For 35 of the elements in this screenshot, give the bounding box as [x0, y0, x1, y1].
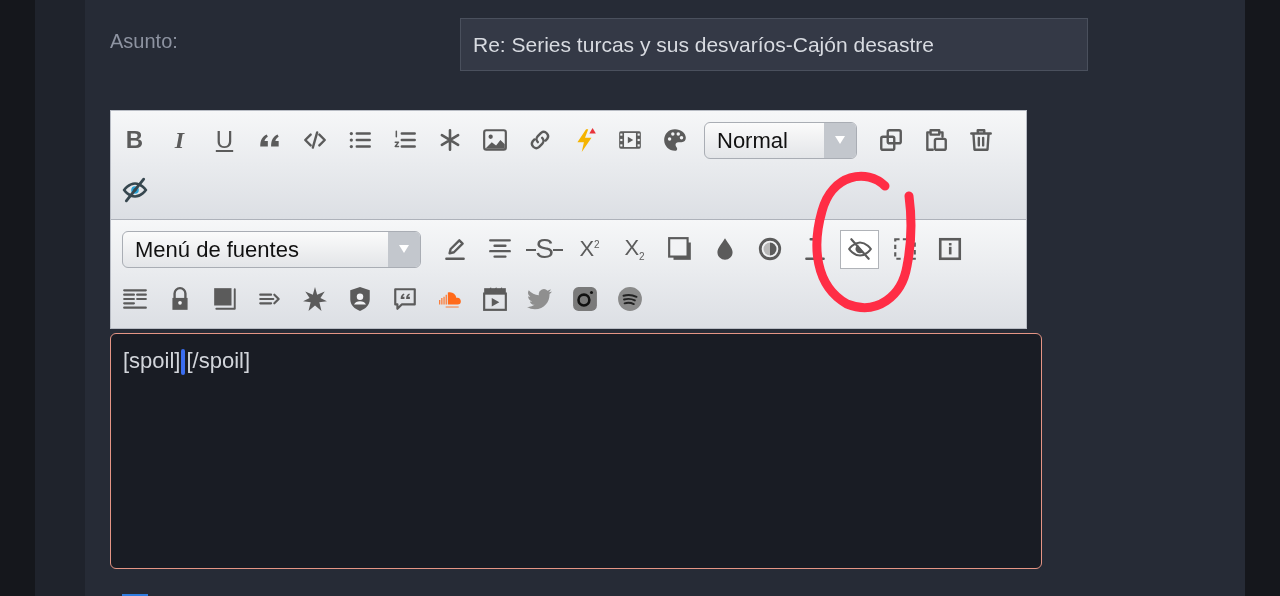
message-text: [/spoil]: [186, 348, 251, 374]
dashed-square-icon: [891, 236, 918, 262]
caret-icon: [398, 244, 410, 254]
italic-button[interactable]: I: [160, 120, 199, 160]
quote-bubble-icon: [391, 286, 418, 312]
subscript-button[interactable]: X$_{2}$: [615, 229, 654, 269]
trash-icon: [967, 127, 994, 153]
info-icon: [936, 236, 963, 262]
copy-icon: [877, 127, 904, 153]
camera-icon: [571, 286, 598, 312]
hide-icon: [846, 236, 873, 262]
dropdown[interactable]: Menú de fuentes: [122, 230, 421, 268]
subject-label: Asunto:: [110, 30, 179, 53]
paragraph-icon: [121, 286, 148, 312]
bold-button[interactable]: B: [115, 120, 154, 160]
superscript-button[interactable]: X$^{2}$: [570, 229, 609, 269]
strikethrough-button[interactable]: S: [525, 229, 564, 269]
image-icon: [481, 127, 508, 153]
bird-icon: [526, 286, 553, 312]
subject-field[interactable]: Re: Series turcas y sus desvaríos-Cajón desastre: [460, 18, 1088, 71]
contrast-icon: [756, 236, 783, 262]
text-cursor: [181, 349, 186, 375]
message-text: [spoil]: [123, 348, 181, 374]
palette-icon: [661, 127, 688, 153]
clapperboard-icon: [481, 286, 508, 312]
burst-icon: [301, 286, 328, 312]
shadow-square-icon: [666, 236, 693, 262]
underline-button[interactable]: U: [205, 120, 244, 160]
toolbar-button[interactable]: [840, 229, 879, 269]
message-field[interactable]: [spoil] [/spoil]: [110, 333, 1042, 569]
spotify-icon: [616, 286, 643, 312]
caret-icon: [834, 135, 846, 145]
hidden-eye-icon: [121, 177, 148, 203]
square-icon: [211, 286, 238, 312]
dropdown[interactable]: Normal: [704, 121, 857, 159]
